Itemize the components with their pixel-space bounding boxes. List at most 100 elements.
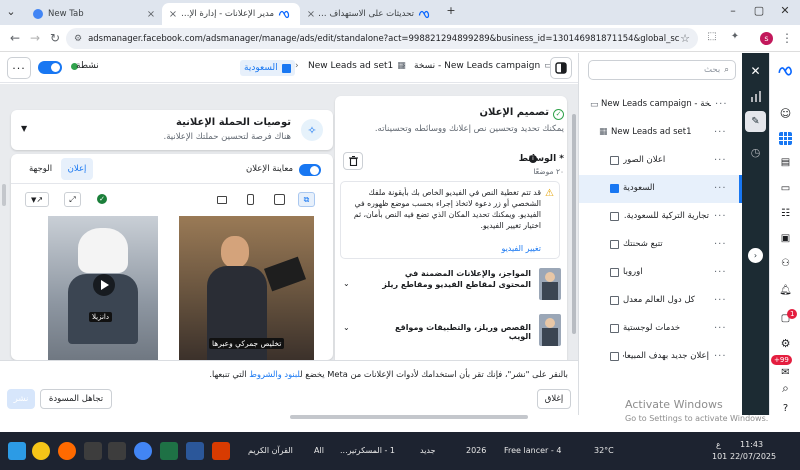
chevron-down-icon[interactable]: ⌄ xyxy=(343,323,350,332)
mobile-view-icon[interactable] xyxy=(247,194,254,205)
taskbar-item[interactable]: جديد xyxy=(420,446,436,455)
taskbar-item[interactable]: 4 - Free lancer xyxy=(504,446,561,455)
tab-ads-manager[interactable]: × مدير الإعلانات - إدارة الإعلانات xyxy=(162,3,300,25)
horizontal-scrollbar[interactable] xyxy=(290,415,528,419)
tree-item-adset[interactable]: ▦ New Leads ad set1 ··· xyxy=(579,119,742,147)
new-tab-button[interactable]: + xyxy=(444,4,458,17)
more-icon[interactable]: ··· xyxy=(714,239,727,250)
design-scrollbar[interactable] xyxy=(572,114,576,334)
events-icon[interactable]: ⚇ xyxy=(778,256,793,271)
app-icon[interactable] xyxy=(212,442,230,460)
inbox-icon[interactable]: ✉ xyxy=(778,365,793,380)
more-icon[interactable]: ··· xyxy=(714,183,727,194)
all-placements-view-button[interactable]: ⧉ xyxy=(298,192,315,207)
window-close-icon[interactable]: ✕ xyxy=(778,4,792,17)
more-icon[interactable]: ··· xyxy=(714,295,727,306)
square-view-icon[interactable] xyxy=(274,194,285,205)
site-info-icon[interactable]: ⚙ xyxy=(74,34,82,44)
media-library-icon[interactable]: ▣ xyxy=(778,231,793,246)
chart-icon[interactable] xyxy=(748,89,763,104)
search-icon[interactable]: ⌕ xyxy=(778,381,793,396)
ad-status-toggle[interactable] xyxy=(38,61,62,74)
app-icon[interactable] xyxy=(84,442,102,460)
tree-item-ad-8[interactable]: إعلان جديد بهدف المبيعات ··· xyxy=(579,343,742,371)
profile-avatar[interactable]: s xyxy=(760,32,773,45)
more-icon[interactable]: ··· xyxy=(714,127,727,138)
app-icon[interactable] xyxy=(32,442,50,460)
edit-button[interactable]: ✎ xyxy=(745,111,766,132)
tab-targeting-updates[interactable]: × تحديثات على الاستهداف التفصيلي xyxy=(300,3,440,25)
more-icon[interactable]: ··· xyxy=(714,351,727,362)
more-icon[interactable]: ··· xyxy=(714,267,727,278)
play-icon[interactable] xyxy=(93,274,115,296)
tab-close-icon[interactable]: × xyxy=(168,9,178,20)
bookmark-star-icon[interactable]: ☆ xyxy=(680,32,690,45)
tab-close-icon[interactable]: × xyxy=(306,9,316,20)
preview-share-button[interactable]: ▼ ↗ xyxy=(25,192,49,207)
preview-card-reels[interactable]: دانزيلا xyxy=(48,216,158,360)
placement-feeds[interactable]: المواجز، والإعلانات المضمنة في المحتوى ل… xyxy=(341,268,561,306)
expand-preview-button[interactable]: ⤢ xyxy=(64,192,81,207)
tree-item-ad-1[interactable]: اعلان الصور ··· xyxy=(579,147,742,175)
tree-search-input[interactable]: بحث ⌕ xyxy=(588,60,736,80)
extensions-puzzle-icon[interactable]: ✦ xyxy=(728,31,742,42)
tree-item-ad-4[interactable]: تتبع شحنتك ··· xyxy=(579,231,742,259)
maximize-icon[interactable]: ▢ xyxy=(752,4,766,17)
app-icon[interactable] xyxy=(108,442,126,460)
back-icon[interactable]: ← xyxy=(8,31,22,45)
breadcrumb-adset[interactable]: New Leads ad set1 ▦ xyxy=(308,61,406,71)
tree-item-ad-3[interactable]: تجارية التركية للسعودية... ··· xyxy=(579,203,742,231)
taskbar-item[interactable]: All xyxy=(314,446,324,455)
tree-item-ad-6[interactable]: كل دول العالم معدل ··· xyxy=(579,287,742,315)
app-icon[interactable] xyxy=(186,442,204,460)
tree-item-ad-5[interactable]: اوروبا ··· xyxy=(579,259,742,287)
terms-link[interactable]: لبنود والشروط xyxy=(249,369,300,379)
language-indicator[interactable]: ع xyxy=(716,440,721,449)
close-icon[interactable]: ✕ xyxy=(748,63,763,78)
clock-date[interactable]: 22/07/2025 xyxy=(730,452,776,461)
left-scrollbar[interactable] xyxy=(2,184,6,206)
close-button[interactable]: إغلاق xyxy=(537,389,571,409)
tab-new-tab[interactable]: New Tab × xyxy=(22,3,162,25)
toggle-tree-panel-button[interactable] xyxy=(550,57,572,79)
breadcrumb-campaign[interactable]: ▭ New Leads campaign - نسخة xyxy=(414,61,553,71)
ad-account-icon[interactable]: ▤ xyxy=(778,155,793,170)
recommendations-card[interactable]: ▼ توصيات الحملة الإعلانية هناك فرصة لتحس… xyxy=(11,110,333,150)
info-icon[interactable]: i xyxy=(529,155,537,163)
weather-text[interactable]: 32°C xyxy=(594,446,614,455)
placement-stories[interactable]: القصص وريلز، والتطبيقات ومواقع الويب ⌄ xyxy=(341,314,561,352)
change-video-link[interactable]: تغيير الفيديو xyxy=(501,244,541,253)
url-field[interactable]: ⚙ adsmanager.facebook.com/adsmanager/man… xyxy=(66,28,698,49)
preview-toggle[interactable] xyxy=(299,164,321,176)
chrome-icon[interactable] xyxy=(134,442,152,460)
discard-draft-button[interactable]: تجاهل المسودة xyxy=(40,389,112,409)
notifications-bell-icon[interactable]: 🔔︎ xyxy=(778,283,793,298)
grid-table-icon[interactable] xyxy=(778,131,793,146)
clock-time[interactable]: 11:43 xyxy=(740,440,763,449)
start-icon[interactable] xyxy=(8,442,26,460)
forward-icon[interactable]: → xyxy=(28,31,42,45)
excel-icon[interactable] xyxy=(160,442,178,460)
tab-search-icon[interactable]: ⌄ xyxy=(4,5,18,18)
history-clock-icon[interactable]: ◷ xyxy=(748,145,763,160)
help-icon[interactable]: ? xyxy=(778,401,793,416)
tree-item-ad-2[interactable]: السعودية ··· xyxy=(579,175,742,203)
tab-ad[interactable]: إعلان xyxy=(61,158,93,180)
more-icon[interactable]: ··· xyxy=(714,323,727,334)
delete-media-button[interactable] xyxy=(343,152,363,170)
chevron-down-icon[interactable]: ⌄ xyxy=(343,279,350,288)
desktop-view-icon[interactable] xyxy=(217,196,227,204)
minimize-icon[interactable]: – xyxy=(726,4,740,17)
tab-destination[interactable]: الوجهة xyxy=(29,164,52,174)
collapse-arrow-icon[interactable]: › xyxy=(748,248,763,263)
more-icon[interactable]: ··· xyxy=(714,155,727,166)
tree-item-campaign[interactable]: ▭ New Leads campaign - نسخة ··· xyxy=(579,91,742,119)
browser-menu-icon[interactable]: ⋮ xyxy=(780,31,794,45)
tab-close-icon[interactable]: × xyxy=(146,9,156,20)
collapse-caret-icon[interactable]: ▼ xyxy=(21,124,27,133)
audience-icon[interactable]: ☷ xyxy=(778,206,793,221)
breadcrumb-ad[interactable]: السعودية xyxy=(240,60,295,76)
more-options-button[interactable]: ··· xyxy=(7,57,31,79)
meta-logo-icon[interactable] xyxy=(778,63,793,78)
publish-button[interactable]: نشر xyxy=(7,389,35,409)
